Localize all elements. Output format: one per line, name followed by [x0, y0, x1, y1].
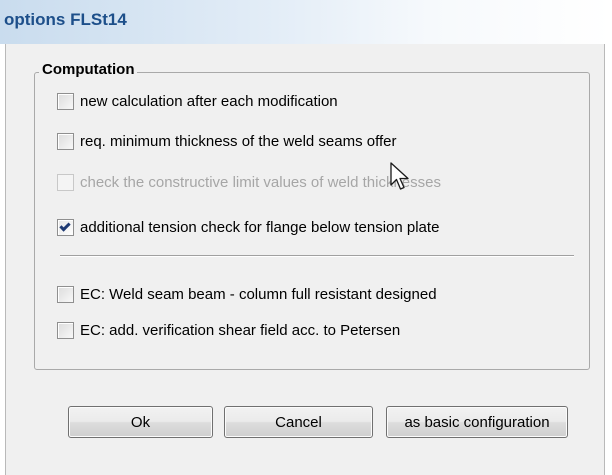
- option-min-thickness[interactable]: req. minimum thickness of the weld seams…: [57, 131, 397, 151]
- checkbox-ec-weld-seam[interactable]: [57, 285, 74, 303]
- check-mark-icon: [59, 219, 71, 232]
- checkbox-ec-shear-field[interactable]: [57, 321, 74, 339]
- option-label: req. minimum thickness of the weld seams…: [80, 132, 397, 150]
- checkbox-min-thickness[interactable]: [57, 132, 74, 150]
- option-ec-weld-seam[interactable]: EC: Weld seam beam - column full resista…: [57, 284, 437, 304]
- group-title: Computation: [39, 61, 138, 78]
- options-dialog: options FLSt14 Computation new calculati…: [0, 0, 612, 475]
- separator: [60, 255, 574, 257]
- option-label: new calculation after each modification: [80, 92, 338, 110]
- checkbox-tension-check[interactable]: [57, 218, 74, 236]
- option-new-calculation[interactable]: new calculation after each modification: [57, 91, 338, 111]
- option-label: check the constructive limit values of w…: [80, 173, 441, 191]
- checkbox-new-calculation[interactable]: [57, 92, 74, 110]
- option-limit-values: check the constructive limit values of w…: [57, 172, 441, 192]
- option-ec-shear-field[interactable]: EC: add. verification shear field acc. t…: [57, 320, 400, 340]
- option-label: EC: add. verification shear field acc. t…: [80, 321, 401, 339]
- title-bar[interactable]: options FLSt14: [0, 0, 612, 44]
- option-tension-check[interactable]: additional tension check for flange belo…: [57, 217, 439, 237]
- ok-button[interactable]: Ok: [68, 406, 213, 438]
- option-label: EC: Weld seam beam - column full resista…: [80, 285, 437, 303]
- basic-configuration-button[interactable]: as basic configuration: [386, 406, 568, 438]
- checkbox-limit-values: [57, 173, 74, 191]
- mouse-cursor-icon: [390, 162, 409, 190]
- window-title: options FLSt14: [4, 10, 127, 29]
- cancel-button[interactable]: Cancel: [224, 406, 373, 438]
- option-label: additional tension check for flange belo…: [80, 218, 440, 236]
